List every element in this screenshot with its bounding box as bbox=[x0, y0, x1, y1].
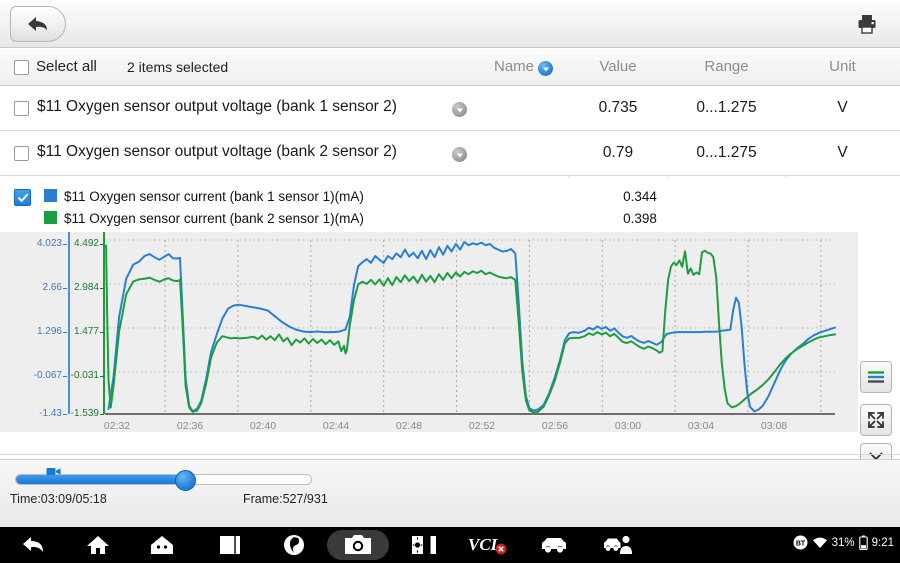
nav-recents[interactable] bbox=[204, 530, 256, 560]
x-axis-line bbox=[105, 413, 835, 415]
nav-browser[interactable] bbox=[268, 530, 320, 560]
panel-separator bbox=[0, 454, 900, 455]
back-arrow-icon bbox=[28, 17, 47, 31]
svg-text:VCI: VCI bbox=[468, 535, 499, 554]
diagnostic-datastream-screen: Select all 2 items selected Name Value R… bbox=[0, 0, 900, 563]
row-unit: V bbox=[837, 99, 848, 116]
back-arrow-icon bbox=[23, 537, 43, 552]
row-range: 0...1.275 bbox=[696, 144, 757, 161]
column-header-value[interactable]: Value bbox=[568, 58, 668, 75]
table-header: Select all 2 items selected Name Value R… bbox=[0, 49, 900, 226]
row-value: 0.79 bbox=[602, 144, 634, 161]
column-header-range[interactable]: Range bbox=[668, 58, 785, 75]
slider-fill bbox=[16, 475, 185, 484]
graph-row-checkbox[interactable] bbox=[14, 189, 31, 206]
top-toolbar bbox=[0, 0, 900, 48]
x-tick: 02:56 bbox=[541, 420, 569, 432]
row-checkbox[interactable] bbox=[14, 146, 29, 161]
printer-icon bbox=[858, 15, 876, 34]
vci-icon: VCI bbox=[468, 535, 507, 555]
nav-vehicle[interactable] bbox=[528, 530, 580, 560]
legend-lines-icon bbox=[868, 371, 884, 383]
x-tick: 03:04 bbox=[687, 420, 715, 432]
legend-label-series1: $11 Oxygen sensor current (bank 1 sensor… bbox=[64, 189, 364, 204]
nav-back[interactable] bbox=[8, 530, 60, 560]
selected-count-label: 2 items selected bbox=[127, 59, 229, 75]
series2-color-swatch bbox=[44, 211, 57, 224]
legend-value-series1: 0.344 bbox=[623, 189, 657, 204]
nav-vci[interactable]: VCI bbox=[462, 530, 514, 560]
camera-marker-icon[interactable] bbox=[46, 464, 62, 482]
row-name-label: $11 Oxygen sensor output voltage (bank 2… bbox=[37, 143, 397, 160]
legend-label-series2: $11 Oxygen sensor current (bank 2 sensor… bbox=[64, 211, 364, 226]
playback-slider[interactable] bbox=[15, 468, 312, 491]
x-tick: 02:40 bbox=[249, 420, 277, 432]
status-indicators: BT 31% 9:21 bbox=[793, 535, 894, 550]
graph-panel: $11 Oxygen sensor current (bank 1 sensor… bbox=[0, 177, 900, 475]
android-home-icon bbox=[151, 536, 173, 554]
row-unit: V bbox=[837, 144, 848, 161]
home-icon bbox=[87, 536, 109, 554]
legend-item-series1[interactable]: $11 Oxygen sensor current (bank 1 sensor… bbox=[44, 189, 364, 204]
row-name-label: $11 Oxygen sensor output voltage (bank 1… bbox=[37, 98, 397, 115]
battery-icon bbox=[858, 535, 868, 550]
fullscreen-button[interactable] bbox=[860, 404, 892, 436]
recents-icon bbox=[220, 536, 240, 554]
check-icon bbox=[17, 193, 28, 202]
sort-descending-icon[interactable] bbox=[538, 61, 553, 76]
x-tick: 02:52 bbox=[468, 420, 496, 432]
playback-toolbar: Time:03:09/05:18 Frame:527/931 Cancel me… bbox=[0, 459, 900, 527]
x-tick: 03:00 bbox=[614, 420, 642, 432]
car-icon bbox=[542, 538, 566, 553]
x-tick: 02:48 bbox=[395, 420, 423, 432]
nav-camera[interactable] bbox=[327, 530, 389, 560]
table-row[interactable]: $11 Oxygen sensor output voltage (bank 2… bbox=[0, 131, 900, 176]
legend-value-series2: 0.398 bbox=[623, 211, 657, 226]
nav-support[interactable] bbox=[592, 530, 644, 560]
select-all-checkbox[interactable] bbox=[14, 60, 29, 75]
frame-label: Frame:527/931 bbox=[243, 492, 328, 506]
row-checkbox[interactable] bbox=[14, 101, 29, 116]
time-label: Time:03:09/05:18 bbox=[10, 492, 107, 506]
column-header-unit[interactable]: Unit bbox=[785, 58, 900, 75]
back-button[interactable] bbox=[10, 6, 66, 42]
chevron-down-icon[interactable] bbox=[452, 147, 467, 162]
legend-lines-button[interactable] bbox=[860, 361, 892, 393]
bluetooth-icon: BT bbox=[793, 535, 808, 550]
select-all-label: Select all bbox=[36, 58, 97, 75]
clock-label: 9:21 bbox=[871, 536, 894, 549]
wifi-icon bbox=[812, 537, 827, 548]
nav-home[interactable] bbox=[72, 530, 124, 560]
chevron-down-icon[interactable] bbox=[452, 102, 467, 117]
x-tick: 03:08 bbox=[760, 420, 788, 432]
x-tick: 02:36 bbox=[176, 420, 204, 432]
legend-item-series2[interactable]: $11 Oxygen sensor current (bank 2 sensor… bbox=[44, 211, 364, 226]
row-range: 0...1.275 bbox=[696, 99, 757, 116]
browser-icon bbox=[284, 535, 304, 555]
svg-text:BT: BT bbox=[795, 541, 805, 548]
print-button[interactable] bbox=[852, 10, 882, 38]
remote-support-icon bbox=[604, 535, 632, 554]
waveform-traces bbox=[105, 239, 836, 414]
display-audio-icon bbox=[412, 536, 436, 554]
x-tick: 02:44 bbox=[322, 420, 350, 432]
x-tick: 02:32 bbox=[103, 420, 131, 432]
android-navigation-bar: VCI BT 31% 9:21 bbox=[0, 527, 900, 563]
nav-display[interactable] bbox=[398, 530, 450, 560]
table-row[interactable]: $11 Oxygen sensor output voltage (bank 1… bbox=[0, 86, 900, 131]
slider-thumb[interactable] bbox=[175, 470, 197, 491]
camera-icon bbox=[345, 535, 371, 554]
battery-percent-label: 31% bbox=[831, 536, 855, 549]
column-header-name[interactable]: Name bbox=[470, 58, 534, 75]
row-value: 0.735 bbox=[598, 99, 638, 116]
series1-color-swatch bbox=[44, 189, 57, 202]
waveform-plot[interactable]: 4.023 2.66 1.296 -0.067 -1.43 4.492 2.98… bbox=[0, 232, 858, 432]
expand-arrows-icon bbox=[868, 412, 884, 428]
nav-android[interactable] bbox=[136, 530, 188, 560]
